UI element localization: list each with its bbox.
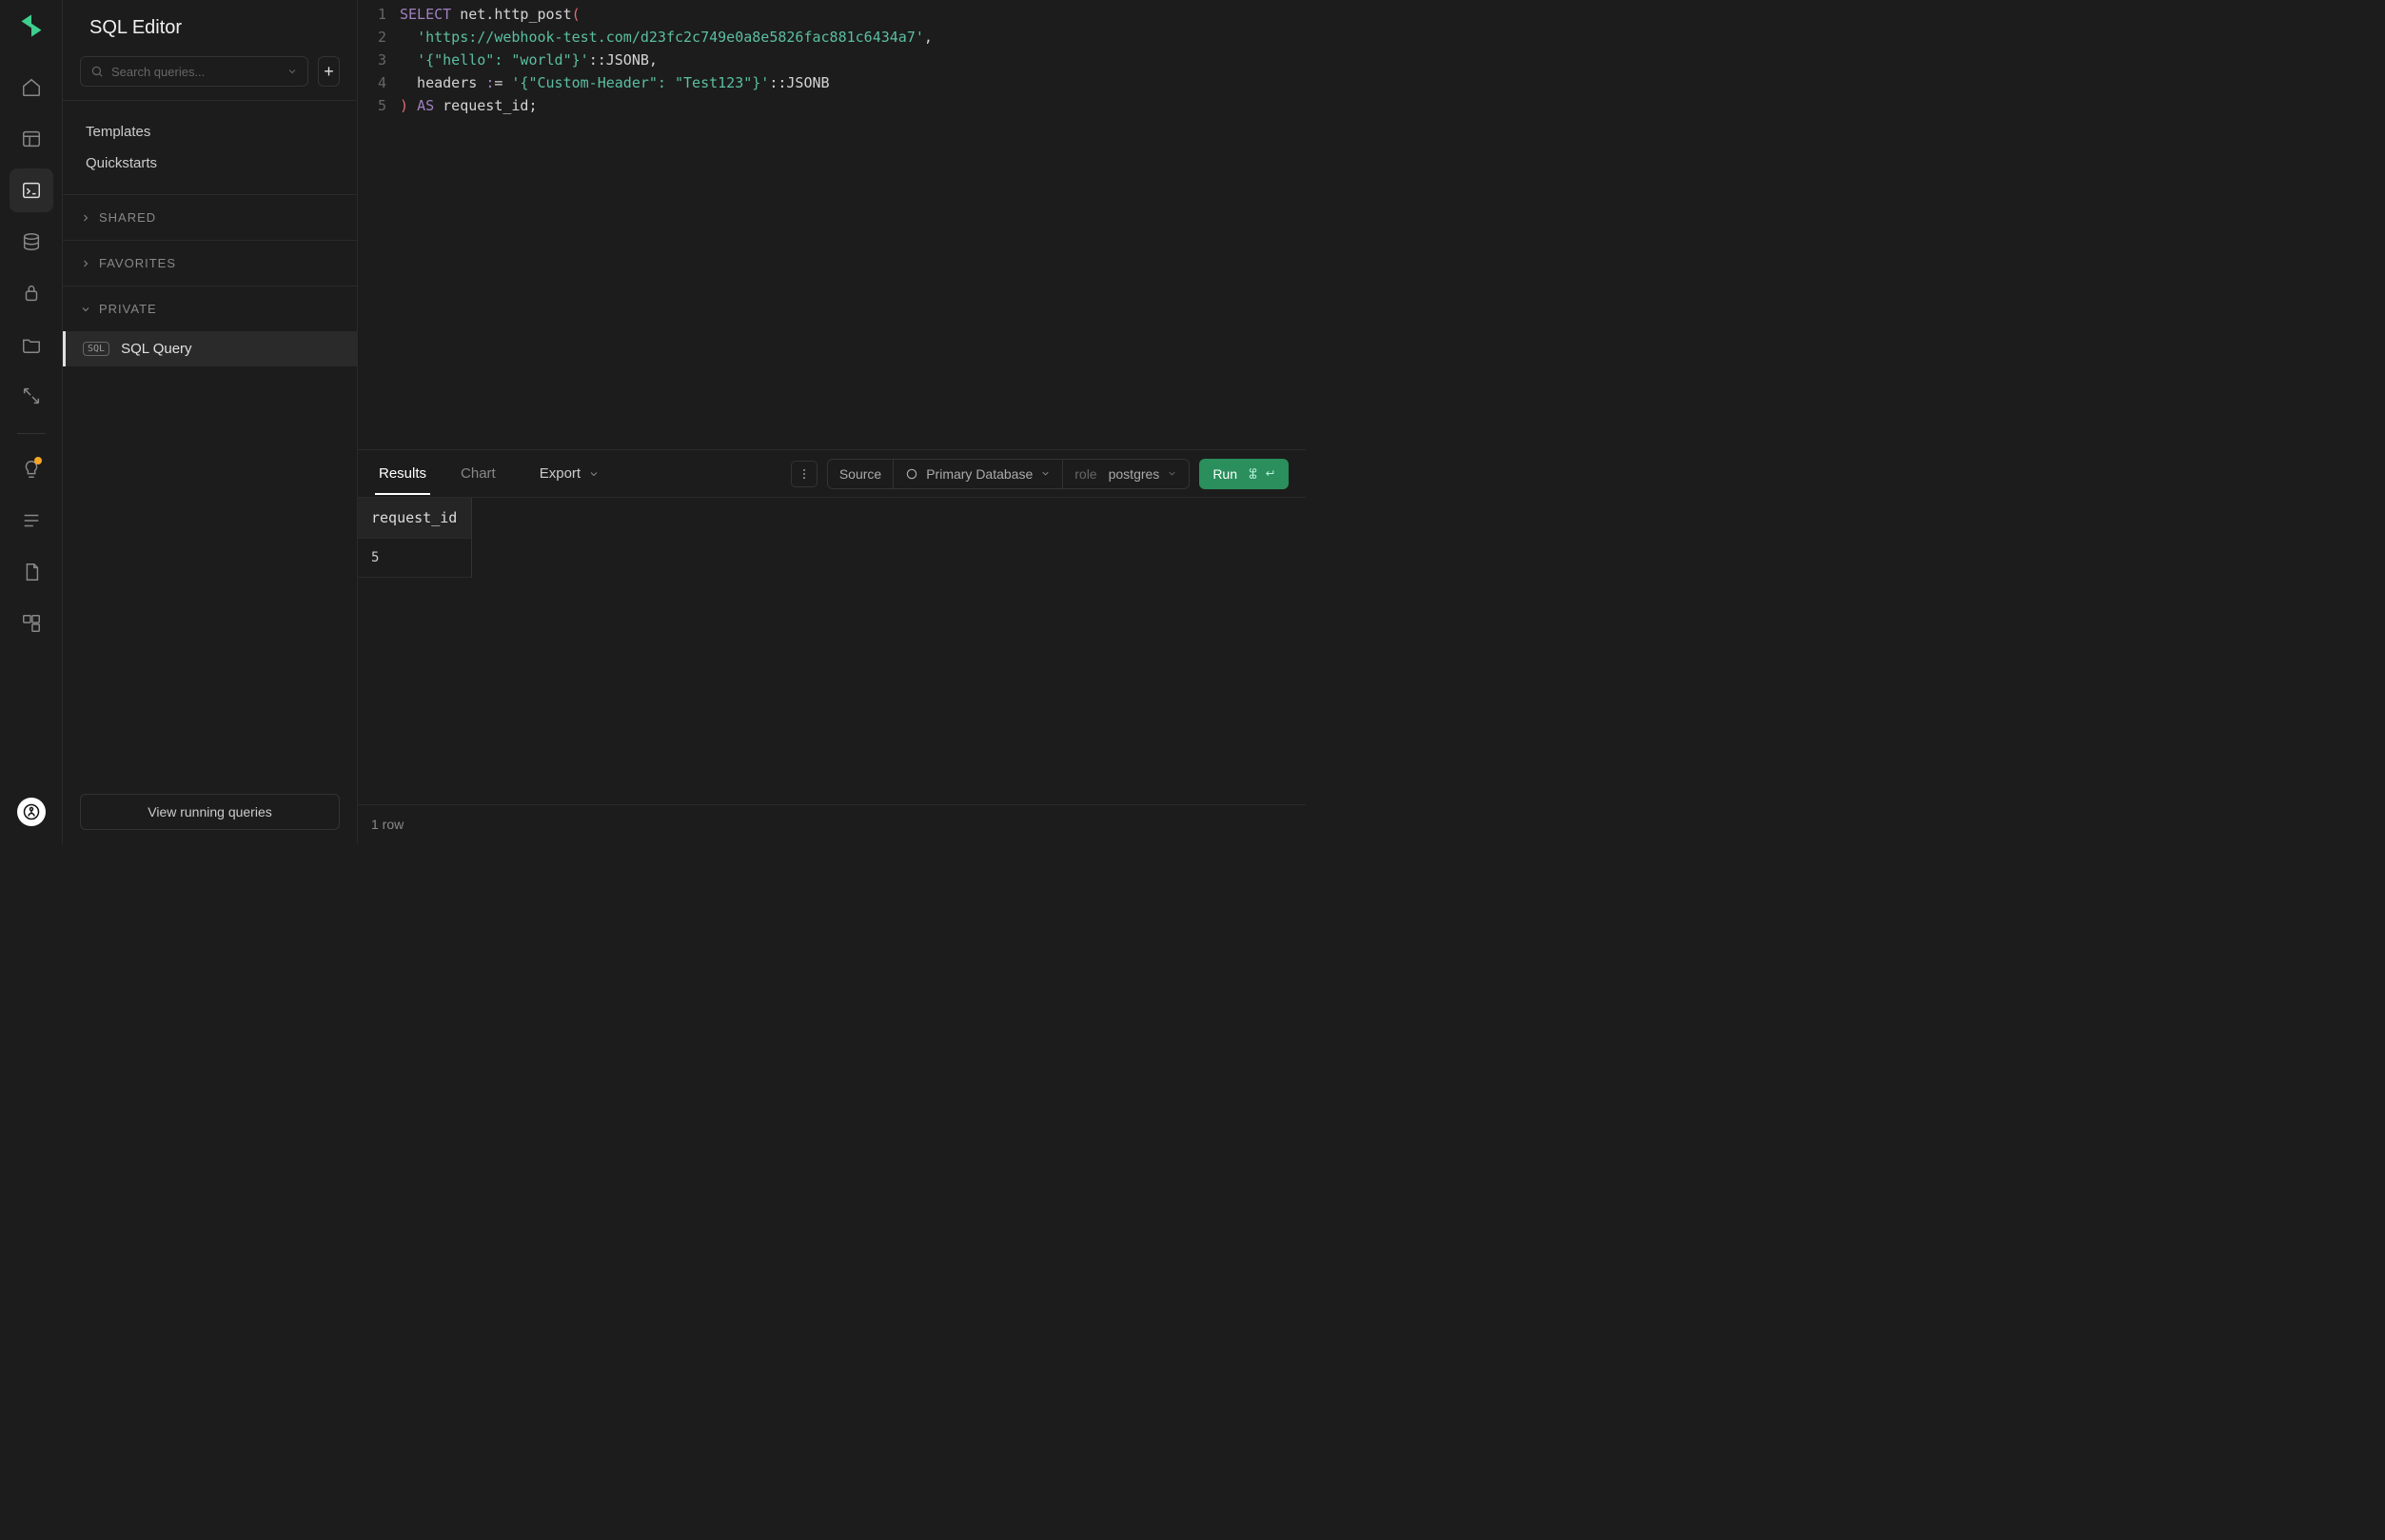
more-vertical-icon <box>798 467 811 481</box>
line-number: 2 <box>358 26 400 49</box>
results-toolbar: Results Chart Export Source Primary Data… <box>358 449 1306 497</box>
section-private-label: PRIVATE <box>99 302 157 316</box>
page-title: SQL Editor <box>63 0 357 56</box>
chevron-right-icon <box>80 258 91 269</box>
editor-line: 1SELECT net.http_post( <box>358 3 1306 26</box>
nav-edge-icon[interactable] <box>10 374 53 418</box>
editor-line: 5) AS request_id; <box>358 94 1306 117</box>
line-number: 5 <box>358 94 400 117</box>
chevron-down-icon <box>1167 468 1177 479</box>
code-content: 'https://webhook-test.com/d23fc2c749e0a8… <box>400 26 933 49</box>
enter-icon <box>1263 467 1275 480</box>
line-number: 4 <box>358 71 400 94</box>
nav-database-icon[interactable] <box>10 220 53 264</box>
section-favorites[interactable]: FAVORITES <box>63 241 357 286</box>
main: 1SELECT net.http_post(2 'https://webhook… <box>358 0 1306 843</box>
circle-icon <box>905 467 918 481</box>
command-icon <box>1247 467 1259 480</box>
section-shared-label: SHARED <box>99 210 156 225</box>
export-label: Export <box>540 465 581 482</box>
editor-line: 4 headers := '{"Custom-Header": "Test123… <box>358 71 1306 94</box>
query-item[interactable]: SQL SQL Query <box>63 331 357 366</box>
primary-db-label: Primary Database <box>926 466 1033 482</box>
chevron-down-icon <box>588 468 600 480</box>
line-number: 3 <box>358 49 400 71</box>
code-content: SELECT net.http_post( <box>400 3 581 26</box>
nav-home-icon[interactable] <box>10 66 53 109</box>
nav-account-icon[interactable] <box>17 798 46 826</box>
nav-sql-editor-icon[interactable] <box>10 168 53 212</box>
query-item-label: SQL Query <box>121 341 191 357</box>
role-value: postgres <box>1109 466 1160 482</box>
nav-table-icon[interactable] <box>10 117 53 161</box>
line-number: 1 <box>358 3 400 26</box>
logo-icon[interactable] <box>15 10 48 42</box>
section-shared[interactable]: SHARED <box>63 195 357 241</box>
icon-rail <box>0 0 63 843</box>
tab-chart[interactable]: Chart <box>457 452 500 495</box>
editor-line: 3 '{"hello": "world"}'::JSONB, <box>358 49 1306 71</box>
search-input[interactable] <box>111 65 279 79</box>
nav-reports-icon[interactable] <box>10 550 53 594</box>
notification-dot <box>34 457 42 464</box>
sql-badge-icon: SQL <box>83 342 109 356</box>
table-cell: 5 <box>358 539 472 578</box>
code-content: headers := '{"Custom-Header": "Test123"}… <box>400 71 830 94</box>
table-row[interactable]: 5 <box>358 539 1306 578</box>
search-icon <box>90 65 104 78</box>
nav-auth-icon[interactable] <box>10 271 53 315</box>
sidebar: SQL Editor + Templates Quickstarts SHARE… <box>63 0 358 843</box>
section-favorites-label: FAVORITES <box>99 256 176 270</box>
section-private[interactable]: PRIVATE <box>63 286 357 331</box>
row-count-footer: 1 row <box>358 804 1306 843</box>
export-button[interactable]: Export <box>540 465 600 482</box>
code-content: ) AS request_id; <box>400 94 538 117</box>
column-header[interactable]: request_id <box>358 498 472 539</box>
templates-link[interactable]: Templates <box>86 116 334 148</box>
role-selector[interactable]: role postgres <box>1063 460 1189 488</box>
nav-advisor-icon[interactable] <box>10 447 53 491</box>
search-input-wrapper[interactable] <box>80 56 308 87</box>
view-running-queries-button[interactable]: View running queries <box>80 794 340 830</box>
tab-results[interactable]: Results <box>375 452 430 495</box>
nav-storage-icon[interactable] <box>10 323 53 366</box>
more-options-button[interactable] <box>791 461 818 487</box>
code-editor[interactable]: 1SELECT net.http_post(2 'https://webhook… <box>358 0 1306 449</box>
new-query-button[interactable]: + <box>318 56 340 87</box>
source-label-seg[interactable]: Source <box>828 460 894 488</box>
source-label: Source <box>839 466 881 482</box>
results-table: request_id5 <box>358 497 1306 578</box>
source-selector: Source Primary Database role postgres <box>827 459 1190 489</box>
chevron-right-icon <box>80 212 91 224</box>
nav-api-icon[interactable] <box>10 602 53 645</box>
run-shortcut <box>1247 467 1275 480</box>
chevron-down-icon <box>1040 468 1051 479</box>
editor-line: 2 'https://webhook-test.com/d23fc2c749e0… <box>358 26 1306 49</box>
primary-db-selector[interactable]: Primary Database <box>894 460 1063 488</box>
chevron-down-icon <box>80 304 91 315</box>
role-label: role <box>1074 466 1096 482</box>
code-content: '{"hello": "world"}'::JSONB, <box>400 49 658 71</box>
chevron-down-icon <box>286 66 298 77</box>
run-label: Run <box>1212 466 1237 482</box>
run-button[interactable]: Run <box>1199 459 1289 489</box>
nav-logs-icon[interactable] <box>10 499 53 543</box>
quickstarts-link[interactable]: Quickstarts <box>86 148 334 179</box>
rail-divider <box>17 433 46 434</box>
